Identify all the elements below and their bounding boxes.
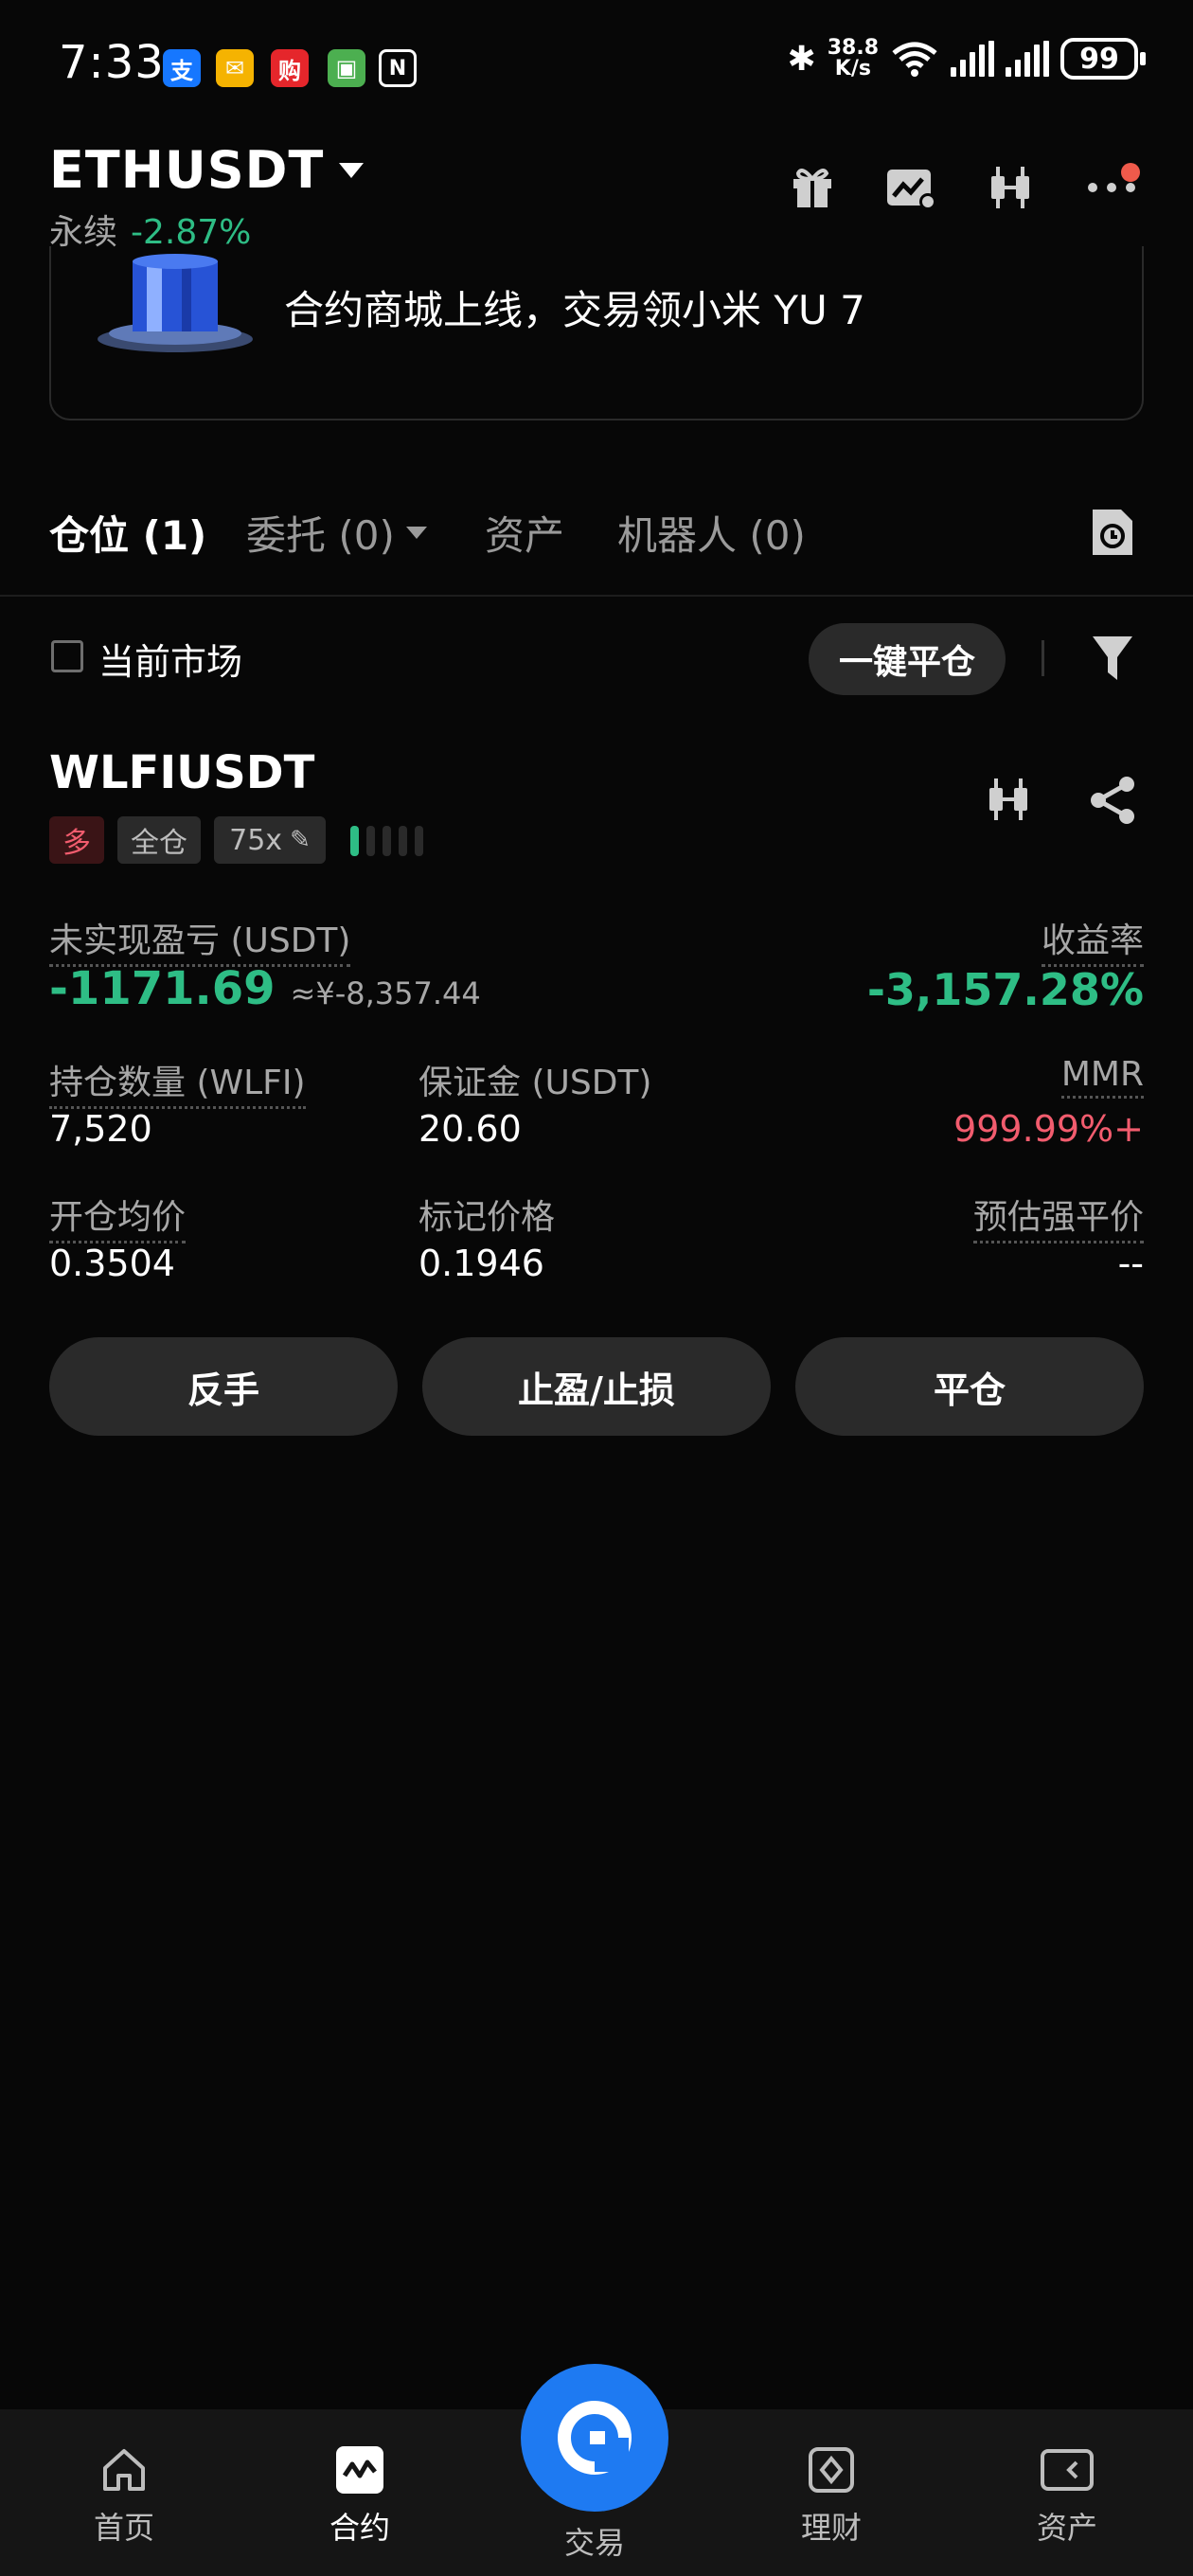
pair-name: ETHUSDT: [49, 140, 325, 200]
candlestick-icon[interactable]: [985, 775, 1034, 828]
share-icon[interactable]: [1087, 775, 1138, 830]
position-size-value: 7,520: [49, 1108, 152, 1150]
alipay-icon: 支: [163, 49, 201, 87]
promo-image: [95, 252, 256, 360]
nav-trade-label: 交易: [563, 2525, 625, 2561]
nav-futures-label: 合约: [329, 2510, 390, 2546]
shopping-app-icon: 购: [271, 49, 309, 87]
leverage-value: 75x: [229, 823, 283, 857]
net-speed-unit: K/s: [834, 57, 871, 80]
risk-level-indicator: [350, 826, 423, 856]
tab-orders[interactable]: 委托 (0): [246, 504, 427, 562]
side-badge: 多: [49, 816, 104, 864]
margin-mode-badge: 全仓: [117, 816, 201, 864]
unrealized-pnl-cny: ≈¥-8,357.44: [290, 975, 481, 1011]
banner-text: 合约商城上线，交易领小米 YU 7: [284, 287, 865, 333]
risk-bar: [350, 826, 359, 856]
roe-value: -3,157.28%: [866, 964, 1144, 1015]
risk-bar: [383, 826, 391, 856]
nav-home[interactable]: 首页: [53, 2443, 195, 2548]
position-symbol[interactable]: WLFIUSDT: [49, 746, 314, 799]
nav-earn[interactable]: 理财: [760, 2443, 902, 2548]
wifi-icon: [892, 42, 937, 77]
tab-positions[interactable]: 仓位 (1): [49, 504, 206, 562]
tabs-divider: [0, 595, 1193, 597]
unrealized-pnl-label[interactable]: 未实现盈亏 (USDT): [49, 913, 351, 967]
net-speed: 38.8 K/s: [828, 38, 879, 80]
nav-home-label: 首页: [93, 2510, 154, 2546]
margin-label: 保证金 (USDT): [418, 1064, 652, 1102]
nav-trade[interactable]: 交易: [524, 2519, 666, 2563]
battery-icon: 99: [1060, 38, 1146, 80]
nfc-icon: N: [379, 49, 417, 87]
margin-value: 20.60: [418, 1108, 522, 1150]
nav-futures[interactable]: 合约: [289, 2443, 431, 2548]
mail-icon: ✉: [216, 49, 254, 87]
sim-icon: ▣: [328, 49, 365, 87]
current-market-label: 当前市场: [98, 641, 243, 683]
filter-separator: [1042, 640, 1044, 676]
nav-earn-label: 理财: [800, 2510, 862, 2546]
position-size-label[interactable]: 持仓数量 (WLFI): [49, 1055, 306, 1109]
risk-bar: [415, 826, 423, 856]
filter-icon[interactable]: [1091, 635, 1134, 688]
tab-bots[interactable]: 机器人 (0): [617, 504, 806, 562]
chart-alert-icon[interactable]: [884, 161, 937, 214]
entry-price-label[interactable]: 开仓均价: [49, 1190, 187, 1243]
earn-icon: [809, 2447, 854, 2493]
liquidation-price-value: --: [1117, 1243, 1144, 1284]
status-right: ✱ 38.8 K/s 99: [787, 38, 1146, 80]
futures-icon: [336, 2446, 383, 2494]
mmr-value: 999.99%+: [953, 1108, 1144, 1150]
history-icon[interactable]: [1089, 506, 1136, 563]
battery-level: 99: [1079, 42, 1119, 76]
signal-icon: [951, 41, 994, 77]
trade-icon: [558, 2401, 632, 2475]
caret-down-icon: [405, 527, 427, 539]
nav-assets[interactable]: 资产: [996, 2443, 1138, 2548]
net-speed-value: 38.8: [827, 36, 879, 60]
roe-label[interactable]: 收益率: [1041, 913, 1144, 967]
status-time: 7:33: [59, 36, 165, 89]
liquidation-price-label[interactable]: 预估强平价: [972, 1190, 1144, 1243]
tp-sl-button[interactable]: 止盈/止损: [422, 1337, 771, 1436]
mark-price-value: 0.1946: [418, 1243, 544, 1284]
notification-dot: [1121, 163, 1140, 182]
nav-assets-label: 资产: [1036, 2510, 1097, 2546]
entry-price-value: 0.3504: [49, 1243, 175, 1284]
tab-orders-label: 委托 (0): [246, 512, 395, 559]
signal-icon-2: [1006, 41, 1049, 77]
reverse-button[interactable]: 反手: [49, 1337, 398, 1436]
risk-bar: [366, 826, 375, 856]
trade-button[interactable]: [521, 2364, 668, 2512]
close-all-button[interactable]: 一键平仓: [809, 623, 1006, 695]
edit-icon: ✎: [290, 826, 311, 854]
leverage-badge[interactable]: 75x ✎: [214, 816, 326, 864]
close-position-button[interactable]: 平仓: [795, 1337, 1144, 1436]
home-icon: [103, 2449, 145, 2491]
current-market-checkbox[interactable]: [51, 640, 83, 672]
unrealized-pnl-value: -1171.69: [49, 962, 276, 1015]
gift-icon[interactable]: [786, 161, 839, 214]
unrealized-pnl: -1171.69 ≈¥-8,357.44: [49, 962, 481, 1015]
mark-price-label: 标记价格: [418, 1198, 556, 1237]
tab-assets[interactable]: 资产: [485, 504, 564, 562]
mmr-label[interactable]: MMR: [1060, 1055, 1144, 1099]
risk-bar: [399, 826, 407, 856]
caret-down-icon: [339, 162, 365, 178]
candlestick-icon[interactable]: [985, 161, 1038, 214]
wallet-icon: [1041, 2449, 1094, 2491]
bluetooth-icon: ✱: [787, 39, 816, 79]
pair-selector[interactable]: ETHUSDT: [49, 140, 365, 200]
